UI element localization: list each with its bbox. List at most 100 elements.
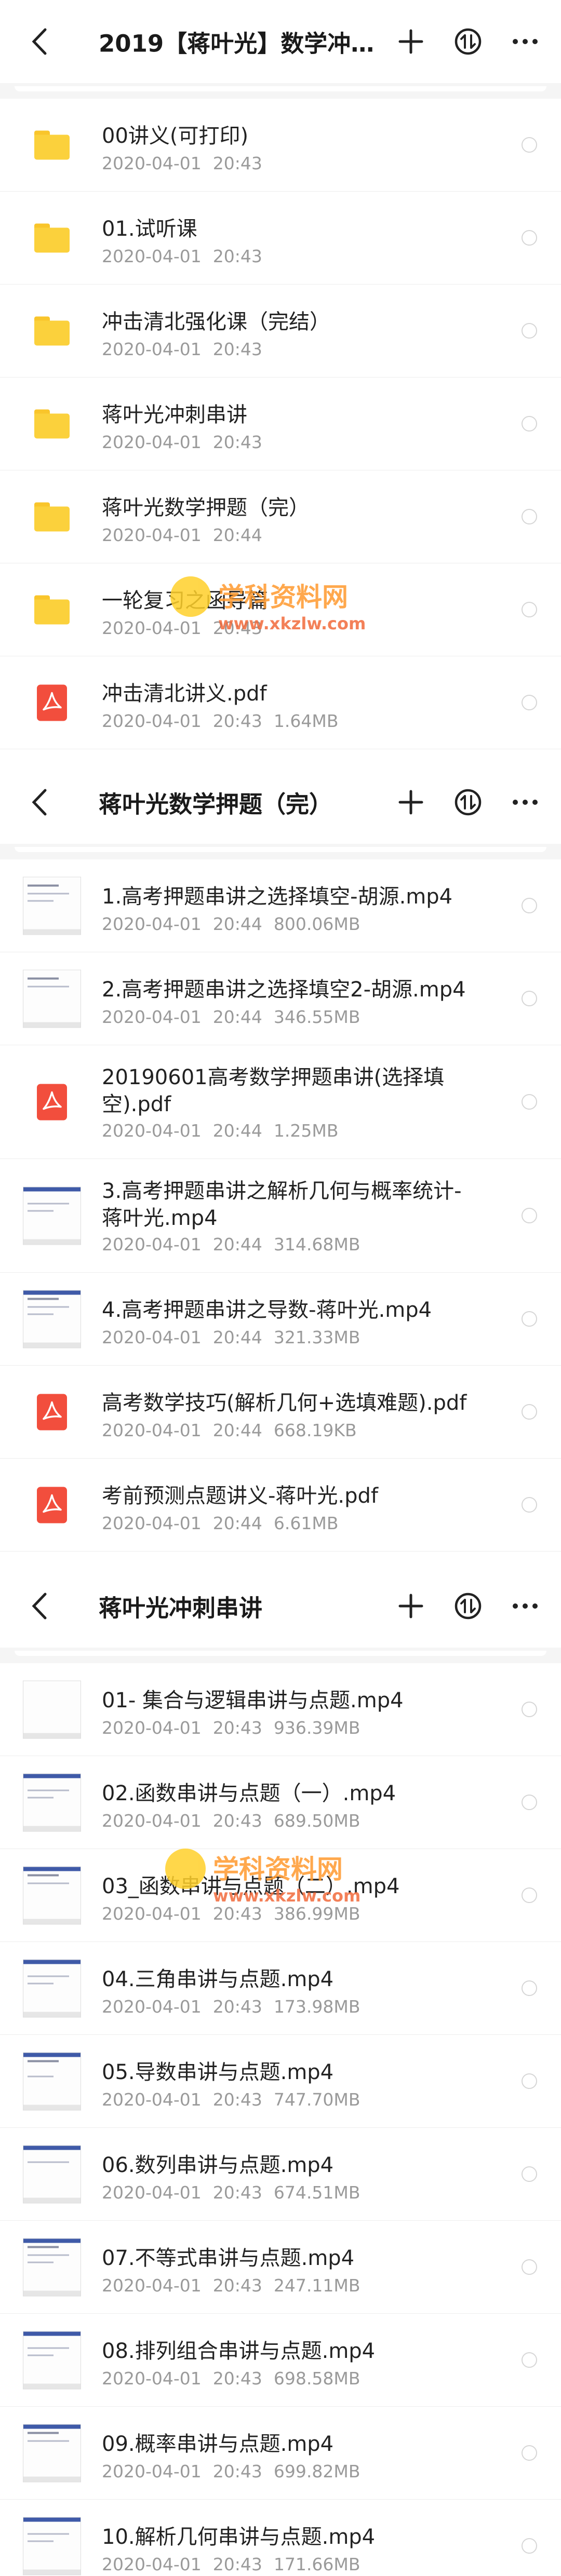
list-item[interactable]: 高考数学技巧(解析几何+选填难题).pdf 2020-04-01 20:44 668.… (0, 1366, 561, 1459)
item-name: 02.函数串讲与点题（一）.mp4 (102, 1782, 396, 1805)
video-thumbnail (22, 1186, 82, 1246)
item-meta: 2020-04-01 20:43 247.11MB (102, 2275, 360, 2296)
select-radio[interactable] (522, 230, 537, 246)
item-name: 08.排列组合串讲与点题.mp4 (102, 2339, 376, 2363)
plus-icon (398, 790, 423, 815)
video-thumbnail (22, 1959, 82, 2018)
select-radio[interactable] (522, 1404, 537, 1420)
select-radio[interactable] (522, 1094, 537, 1110)
back-button[interactable] (24, 26, 55, 57)
item-name: 01- 集合与逻辑串讲与点题.mp4 (102, 1689, 404, 1712)
list-item[interactable]: 4.高考押题串讲之导数-蒋叶光.mp4 2020-04-01 20:44 321.33… (0, 1273, 561, 1366)
list-item[interactable]: 04.三角串讲与点题.mp4 2020-04-01 20:43 173.98MB (0, 1942, 561, 2035)
item-meta: 2020-04-01 20:43 1.64MB (102, 711, 339, 731)
item-name: 06.数列串讲与点题.mp4 (102, 2153, 334, 2177)
list-item[interactable]: 考前预测点题讲义-蒋叶光.pdf 2020-04-01 20:44 6.61MB (0, 1459, 561, 1552)
item-meta: 2020-04-01 20:43 689.50MB (102, 1811, 360, 1831)
item-meta: 2020-04-01 20:44 668.19KB (102, 1420, 357, 1440)
list-item[interactable]: 蒋叶光冲刺串讲 2020-04-01 20:43 (0, 377, 561, 470)
list-item[interactable]: 3.高考押题串讲之解析几何与概率统计-蒋叶光.mp4 2020-04-01 20:4… (0, 1159, 561, 1273)
divider (0, 844, 561, 859)
select-radio[interactable] (522, 602, 537, 617)
list-item[interactable]: 07.不等式串讲与点题.mp4 2020-04-01 20:43 247.11MB (0, 2221, 561, 2314)
select-radio[interactable] (522, 1887, 537, 1903)
add-button[interactable] (393, 784, 429, 820)
item-meta: 2020-04-01 20:43 698.58MB (102, 2368, 360, 2389)
file-list: 1.高考押题串讲之选择填空-胡源.mp4 2020-04-01 20:44 800.0… (0, 859, 561, 1552)
select-radio[interactable] (522, 2538, 537, 2554)
page-title: 2019【蒋叶光】数学冲… (99, 30, 375, 58)
item-name: 04.三角串讲与点题.mp4 (102, 1967, 334, 1991)
sort-icon (455, 1593, 482, 1620)
select-radio[interactable] (522, 1795, 537, 1810)
list-item[interactable]: 05.导数串讲与点题.mp4 2020-04-01 20:43 747.70MB (0, 2035, 561, 2128)
item-meta: 2020-04-01 20:44 1.25MB (102, 1121, 339, 1141)
pdf-file-icon (22, 1382, 82, 1442)
list-item[interactable]: 08.排列组合串讲与点题.mp4 2020-04-01 20:43 698.58MB (0, 2314, 561, 2407)
panel-1: 2019【蒋叶光】数学冲… 00讲义(可打印) 2020-04-01 20:43 0… (0, 0, 561, 761)
select-radio[interactable] (522, 1980, 537, 1996)
select-radio[interactable] (522, 2073, 537, 2089)
select-radio[interactable] (522, 137, 537, 153)
back-button[interactable] (24, 787, 55, 818)
select-radio[interactable] (522, 898, 537, 913)
list-item[interactable]: 01.试听课 2020-04-01 20:43 (0, 192, 561, 285)
video-thumbnail (22, 1289, 82, 1349)
item-name: 一轮复习之函导篇 (102, 589, 268, 613)
select-radio[interactable] (522, 991, 537, 1006)
more-button[interactable] (507, 1588, 543, 1624)
divider (0, 1648, 561, 1663)
add-button[interactable] (393, 1588, 429, 1624)
sort-button[interactable] (450, 1588, 486, 1624)
list-item[interactable]: 01- 集合与逻辑串讲与点题.mp4 2020-04-01 20:43 936.39M… (0, 1663, 561, 1756)
folder-icon (22, 208, 82, 268)
pdf-file-icon (22, 1475, 82, 1535)
list-item[interactable]: 06.数列串讲与点题.mp4 2020-04-01 20:43 674.51MB (0, 2128, 561, 2221)
select-radio[interactable] (522, 509, 537, 524)
list-item[interactable]: 03_函数串讲与点题（二）.mp4 2020-04-01 20:43 386.99MB (0, 1849, 561, 1942)
select-radio[interactable] (522, 1497, 537, 1513)
add-button[interactable] (393, 23, 429, 60)
pdf-file-icon (22, 673, 82, 733)
list-item[interactable]: 冲击清北讲义.pdf 2020-04-01 20:43 1.64MB (0, 656, 561, 749)
sort-button[interactable] (450, 23, 486, 60)
select-radio[interactable] (522, 1311, 537, 1327)
item-name: 09.概率串讲与点题.mp4 (102, 2432, 334, 2456)
select-radio[interactable] (522, 1702, 537, 1717)
video-thumbnail (22, 2237, 82, 2297)
more-button[interactable] (507, 784, 543, 820)
item-meta: 2020-04-01 20:43 173.98MB (102, 1997, 360, 2017)
back-arrow-icon (32, 1593, 47, 1620)
video-thumbnail (22, 969, 82, 1029)
list-item[interactable]: 20190601高考数学押题串讲(选择填空).pdf 2020-04-01 20:4… (0, 1045, 561, 1159)
select-radio[interactable] (522, 2259, 537, 2275)
select-radio[interactable] (522, 2166, 537, 2182)
list-item[interactable]: 02.函数串讲与点题（一）.mp4 2020-04-01 20:43 689.50MB (0, 1756, 561, 1849)
list-item[interactable]: 蒋叶光数学押题（完） 2020-04-01 20:44 (0, 470, 561, 563)
list-item[interactable]: 2.高考押题串讲之选择填空2-胡源.mp4 2020-04-01 20:44 346.… (0, 952, 561, 1045)
list-item[interactable]: 00讲义(可打印) 2020-04-01 20:43 (0, 99, 561, 192)
select-radio[interactable] (522, 323, 537, 339)
select-radio[interactable] (522, 1208, 537, 1223)
item-meta: 2020-04-01 20:43 936.39MB (102, 1718, 360, 1738)
list-item[interactable]: 1.高考押题串讲之选择填空-胡源.mp4 2020-04-01 20:44 800.0… (0, 859, 561, 952)
item-name: 07.不等式串讲与点题.mp4 (102, 2246, 355, 2270)
more-button[interactable] (507, 23, 543, 60)
plus-icon (398, 29, 423, 54)
select-radio[interactable] (522, 695, 537, 710)
sort-icon (455, 28, 482, 55)
list-item[interactable]: 冲击清北强化课（完结） 2020-04-01 20:43 (0, 285, 561, 377)
select-radio[interactable] (522, 2352, 537, 2368)
select-radio[interactable] (522, 416, 537, 431)
video-thumbnail (22, 1773, 82, 1832)
panel-2: 蒋叶光数学押题（完） 1.高考押题串讲之选择填空-胡源.mp4 2020-04-0… (0, 761, 561, 1565)
list-item[interactable]: 一轮复习之函导篇 2020-04-01 20:43 (0, 563, 561, 656)
video-thumbnail (22, 1866, 82, 1925)
select-radio[interactable] (522, 2445, 537, 2461)
list-item[interactable]: 09.概率串讲与点题.mp4 2020-04-01 20:43 699.82MB (0, 2407, 561, 2500)
list-item[interactable]: 10.解析几何串讲与点题.mp4 2020-04-01 20:43 171.66MB (0, 2500, 561, 2576)
item-name: 冲击清北讲义.pdf (102, 682, 267, 706)
sort-button[interactable] (450, 784, 486, 820)
file-list: 01- 集合与逻辑串讲与点题.mp4 2020-04-01 20:43 936.39M… (0, 1663, 561, 2576)
back-button[interactable] (24, 1590, 55, 1622)
